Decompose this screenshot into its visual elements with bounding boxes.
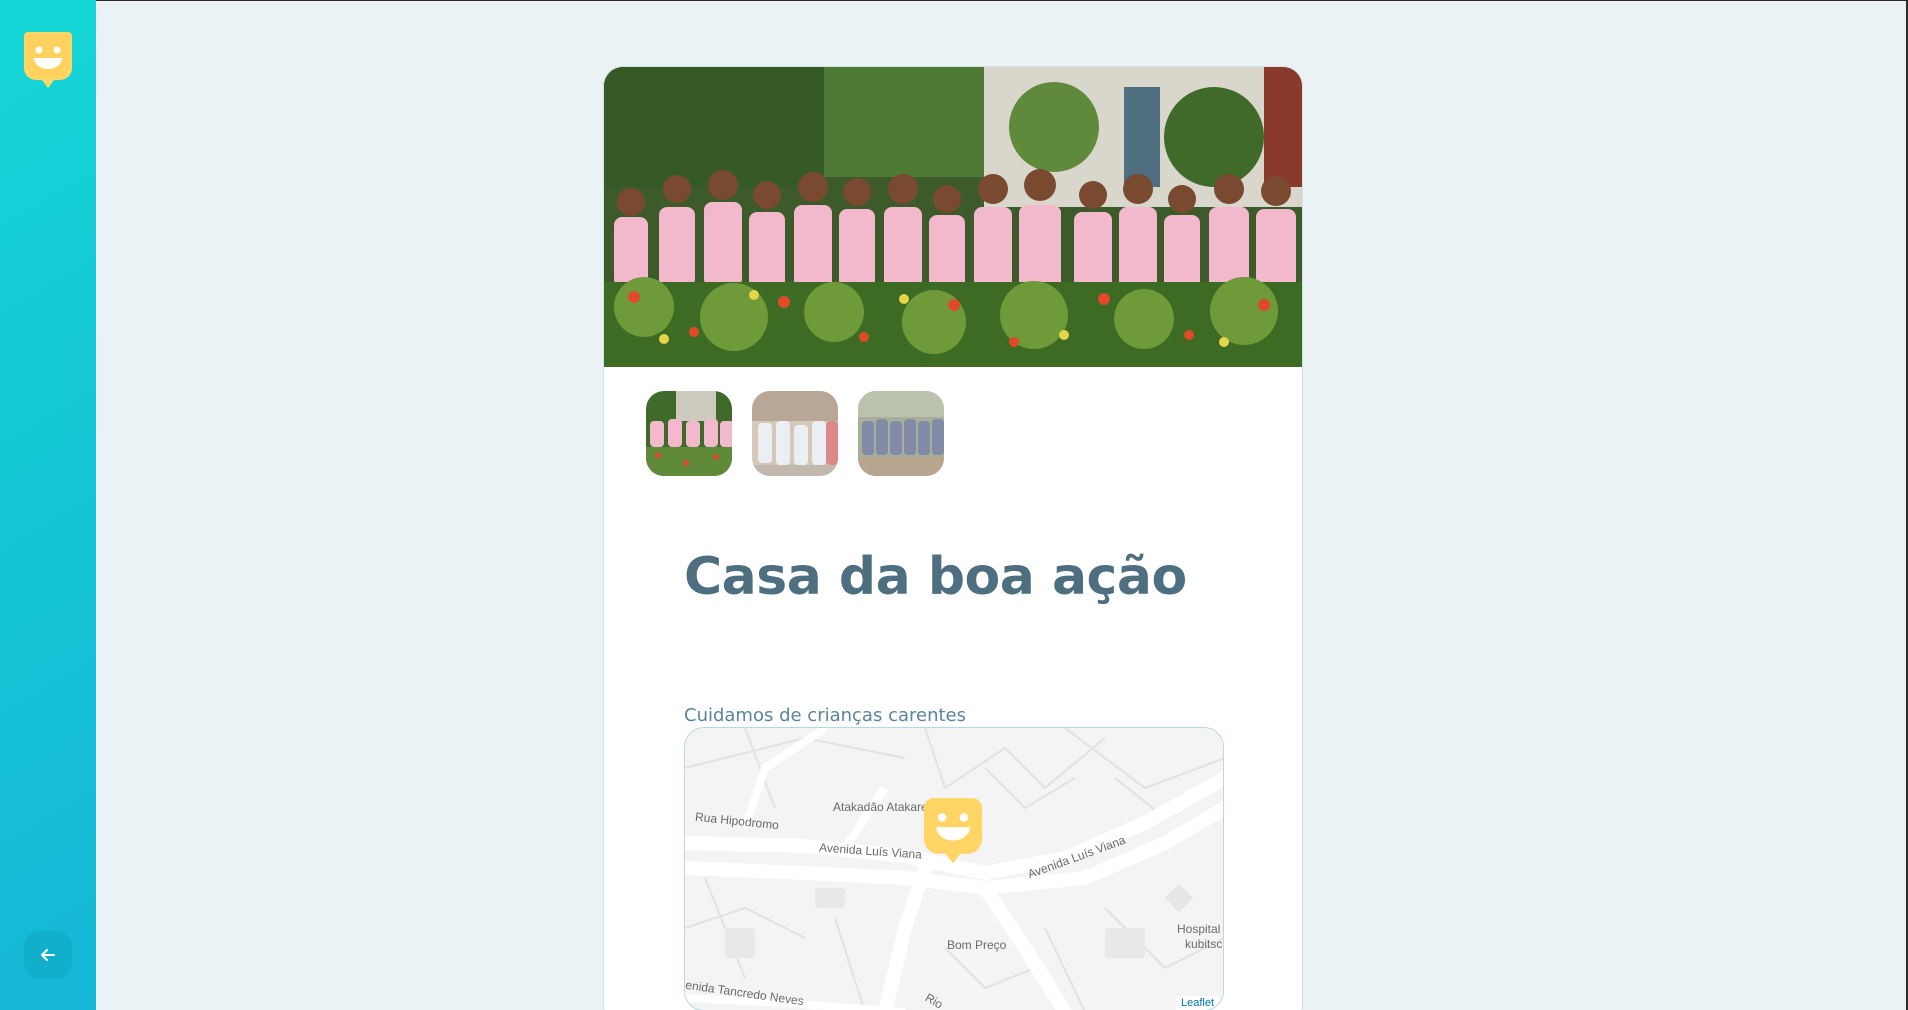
orphanage-name: Casa da boa ação (684, 547, 1187, 607)
back-button[interactable] (24, 931, 72, 979)
map-label-atakadao: Atakadão Atakarejo (833, 800, 938, 814)
happy-face-marker-icon[interactable] (924, 798, 982, 866)
map-label-kubitschek: kubitsc (1185, 937, 1223, 951)
window-top-border (0, 0, 1908, 1)
thumbnail-3[interactable] (856, 389, 946, 478)
main-photo (604, 67, 1302, 367)
orphanage-description: Cuidamos de crianças carentes (684, 705, 966, 726)
sidebar (0, 0, 96, 1010)
thumbnail-1[interactable] (644, 389, 734, 478)
arrow-left-icon (41, 949, 55, 961)
location-map[interactable]: Atakadão Atakarejo Rua Hipodromo Avenida… (684, 727, 1224, 1010)
map-label-hospital: Hospital (1177, 922, 1221, 936)
photo-thumbnails (644, 389, 946, 478)
thumbnail-2[interactable] (750, 389, 840, 478)
happy-face-marker-icon[interactable] (24, 32, 72, 88)
orphanage-details-card: Casa da boa ação Cuidamos de crianças ca… (603, 66, 1303, 1010)
leaflet-attribution-link[interactable]: Leaflet (1175, 996, 1219, 1010)
map-label-bom-preco: Bom Preço (947, 938, 1007, 952)
